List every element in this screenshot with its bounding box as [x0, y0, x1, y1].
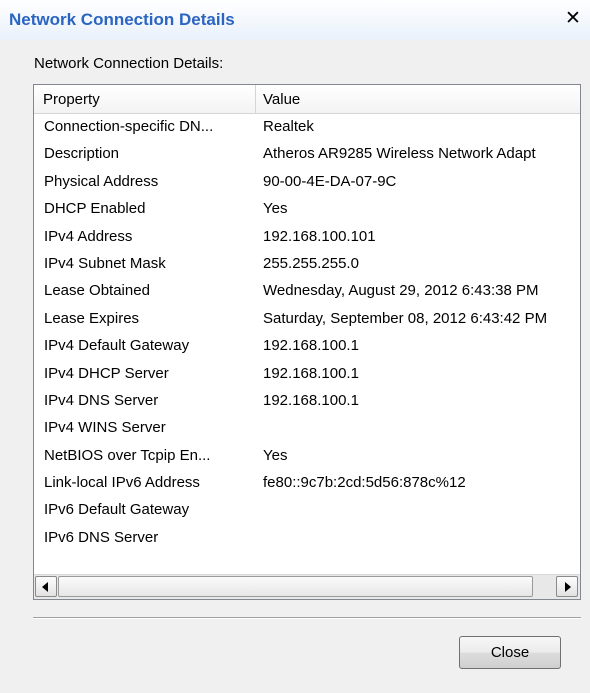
table-row[interactable]: Description Atheros AR9285 Wireless Netwo…	[34, 140, 580, 167]
value-cell: Atheros AR9285 Wireless Network Adapt	[263, 145, 536, 163]
details-list[interactable]: Property Value Connection-specific DN...…	[33, 84, 581, 600]
value-cell: 192.168.100.1	[263, 364, 359, 382]
table-row[interactable]: IPv4 DNS Server 192.168.100.1	[34, 387, 580, 414]
property-cell: IPv4 Subnet Mask	[44, 254, 166, 272]
value-cell: 255.255.255.0	[263, 254, 359, 272]
value-cell: 192.168.100.1	[263, 337, 359, 355]
value-cell: 192.168.100.1	[263, 391, 359, 409]
chevron-right-icon	[565, 582, 571, 592]
separator	[33, 617, 581, 619]
column-header-value[interactable]: Value	[255, 85, 580, 113]
table-row[interactable]: Lease Expires Saturday, September 08, 201…	[34, 305, 580, 332]
property-cell: IPv4 DNS Server	[44, 391, 159, 409]
close-button[interactable]: Close	[459, 636, 561, 669]
list-header: Property Value	[34, 85, 580, 114]
list-rows: Connection-specific DN... Realtek Descript…	[34, 113, 580, 551]
horizontal-scrollbar[interactable]	[34, 574, 580, 599]
property-cell: Connection-specific DN...	[44, 118, 214, 135]
table-row[interactable]: Connection-specific DN... Realtek	[34, 113, 580, 140]
value-cell	[263, 524, 580, 551]
table-row[interactable]: IPv4 WINS Server	[34, 414, 580, 441]
table-row[interactable]: IPv4 Subnet Mask 255.255.255.0	[34, 250, 580, 277]
property-cell: Lease Obtained	[44, 282, 150, 300]
column-header-property[interactable]: Property	[34, 85, 245, 113]
property-cell: IPv6 DNS Server	[44, 528, 159, 546]
value-cell: Saturday, September 08, 2012 6:43:42 PM	[263, 309, 548, 327]
scroll-left-button[interactable]	[35, 576, 57, 597]
property-cell: IPv4 Address	[44, 227, 133, 245]
value-cell: Wednesday, August 29, 2012 6:43:38 PM	[263, 282, 539, 300]
value-cell: Yes	[263, 446, 288, 464]
value-cell: Realtek	[263, 118, 314, 135]
value-cell: 192.168.100.101	[263, 227, 376, 245]
table-row[interactable]: IPv6 DNS Server	[34, 524, 580, 551]
property-cell: Description	[44, 145, 120, 163]
property-cell: IPv4 WINS Server	[44, 419, 166, 437]
table-row[interactable]: IPv4 DHCP Server 192.168.100.1	[34, 360, 580, 387]
table-row[interactable]: DHCP Enabled Yes	[34, 195, 580, 222]
property-cell: IPv4 Default Gateway	[44, 337, 190, 355]
close-icon[interactable]: ✕	[562, 9, 584, 31]
property-cell: NetBIOS over Tcpip En...	[44, 446, 211, 464]
property-cell: Physical Address	[44, 172, 159, 190]
value-cell: 90-00-4E-DA-07-9C	[263, 172, 397, 190]
scrollbar-thumb[interactable]	[58, 576, 533, 597]
table-row[interactable]: IPv4 Default Gateway 192.168.100.1	[34, 332, 580, 359]
dialog-window: Network Connection Details ✕ Network Con…	[0, 0, 590, 693]
value-cell: Yes	[263, 200, 288, 218]
value-cell	[263, 496, 580, 523]
value-cell: fe80::9c7b:2cd:5d56:878c%12	[263, 474, 466, 492]
group-label: Network Connection Details:	[34, 55, 224, 72]
table-row[interactable]: Physical Address 90-00-4E-DA-07-9C	[34, 168, 580, 195]
table-row[interactable]: Link-local IPv6 Address fe80::9c7b:2cd:5d…	[34, 469, 580, 496]
property-cell: Link-local IPv6 Address	[44, 474, 200, 492]
table-row[interactable]: Lease Obtained Wednesday, August 29, 2012…	[34, 277, 580, 304]
window-title: Network Connection Details	[9, 10, 235, 29]
property-cell: IPv6 Default Gateway	[44, 501, 190, 519]
property-cell: DHCP Enabled	[44, 200, 146, 218]
property-cell: IPv4 DHCP Server	[44, 364, 169, 382]
value-cell	[263, 414, 580, 441]
scroll-right-button[interactable]	[556, 576, 578, 597]
chevron-left-icon	[42, 582, 48, 592]
table-row[interactable]: IPv4 Address 192.168.100.101	[34, 223, 580, 250]
property-cell: Lease Expires	[44, 309, 140, 327]
title-bar[interactable]: Network Connection Details ✕	[0, 0, 590, 40]
table-row[interactable]: IPv6 Default Gateway	[34, 496, 580, 523]
table-row[interactable]: NetBIOS over Tcpip En... Yes	[34, 442, 580, 469]
